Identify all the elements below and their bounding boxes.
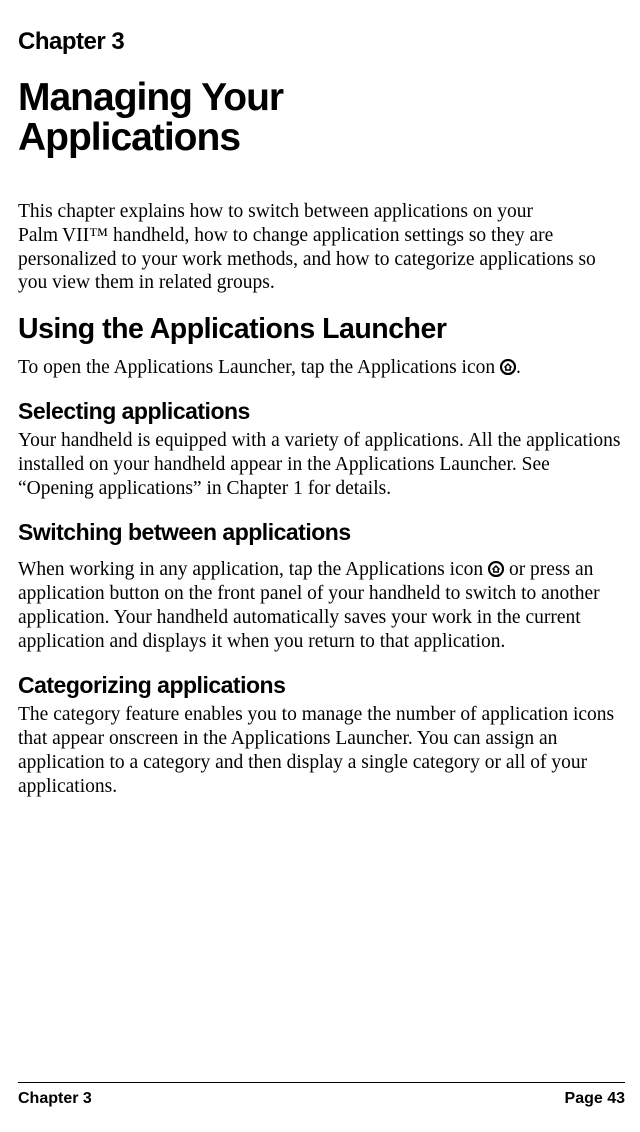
chapter-title-line1: Managing Your — [18, 76, 283, 119]
section1-text-a: To open the Applications Launcher, tap t… — [18, 357, 500, 378]
chapter-label: Chapter 3 — [18, 28, 625, 56]
sub1-paragraph: Your handheld is equipped with a variety… — [18, 429, 625, 501]
sub2-text-a: When working in any application, tap the… — [18, 559, 488, 580]
footer-page-number: Page 43 — [565, 1090, 625, 1108]
sub2-paragraph: When working in any application, tap the… — [18, 558, 625, 654]
applications-home-icon — [500, 358, 516, 374]
intro-paragraph: This chapter explains how to switch betw… — [18, 200, 625, 296]
section-heading-using-launcher: Using the Applications Launcher — [18, 313, 625, 346]
subheading-categorizing: Categorizing applications — [18, 672, 625, 699]
subheading-selecting: Selecting applications — [18, 398, 625, 425]
section1-paragraph: To open the Applications Launcher, tap t… — [18, 356, 625, 380]
sub3-paragraph: The category feature enables you to mana… — [18, 703, 625, 799]
chapter-title-line2: Applications — [18, 116, 240, 159]
chapter-title: Managing Your Applications — [18, 78, 625, 158]
subheading-switching: Switching between applications — [18, 519, 625, 546]
section1-text-b: . — [516, 357, 521, 378]
applications-home-icon — [488, 560, 504, 576]
page-footer: Chapter 3 Page 43 — [18, 1082, 625, 1108]
footer-chapter: Chapter 3 — [18, 1090, 92, 1108]
